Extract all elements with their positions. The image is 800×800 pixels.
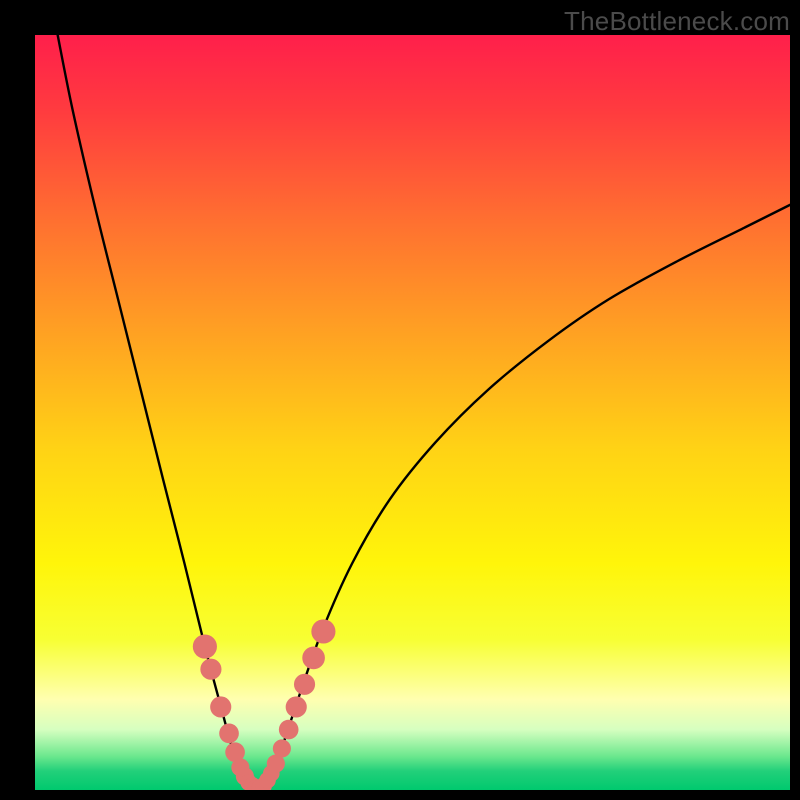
marker-dot <box>279 720 299 740</box>
marker-dot <box>273 739 291 757</box>
marker-dot <box>302 647 325 670</box>
chart-frame: TheBottleneck.com <box>0 0 800 800</box>
marker-dot <box>311 619 335 643</box>
marker-dot <box>210 696 231 717</box>
bottleneck-chart <box>35 35 790 790</box>
marker-dot <box>286 696 307 717</box>
marker-dot <box>193 634 217 658</box>
marker-dot <box>294 674 315 695</box>
plot-area <box>35 35 790 790</box>
gradient-background <box>35 35 790 790</box>
marker-dot <box>219 724 239 744</box>
watermark-text: TheBottleneck.com <box>564 6 790 37</box>
marker-dot <box>200 659 221 680</box>
